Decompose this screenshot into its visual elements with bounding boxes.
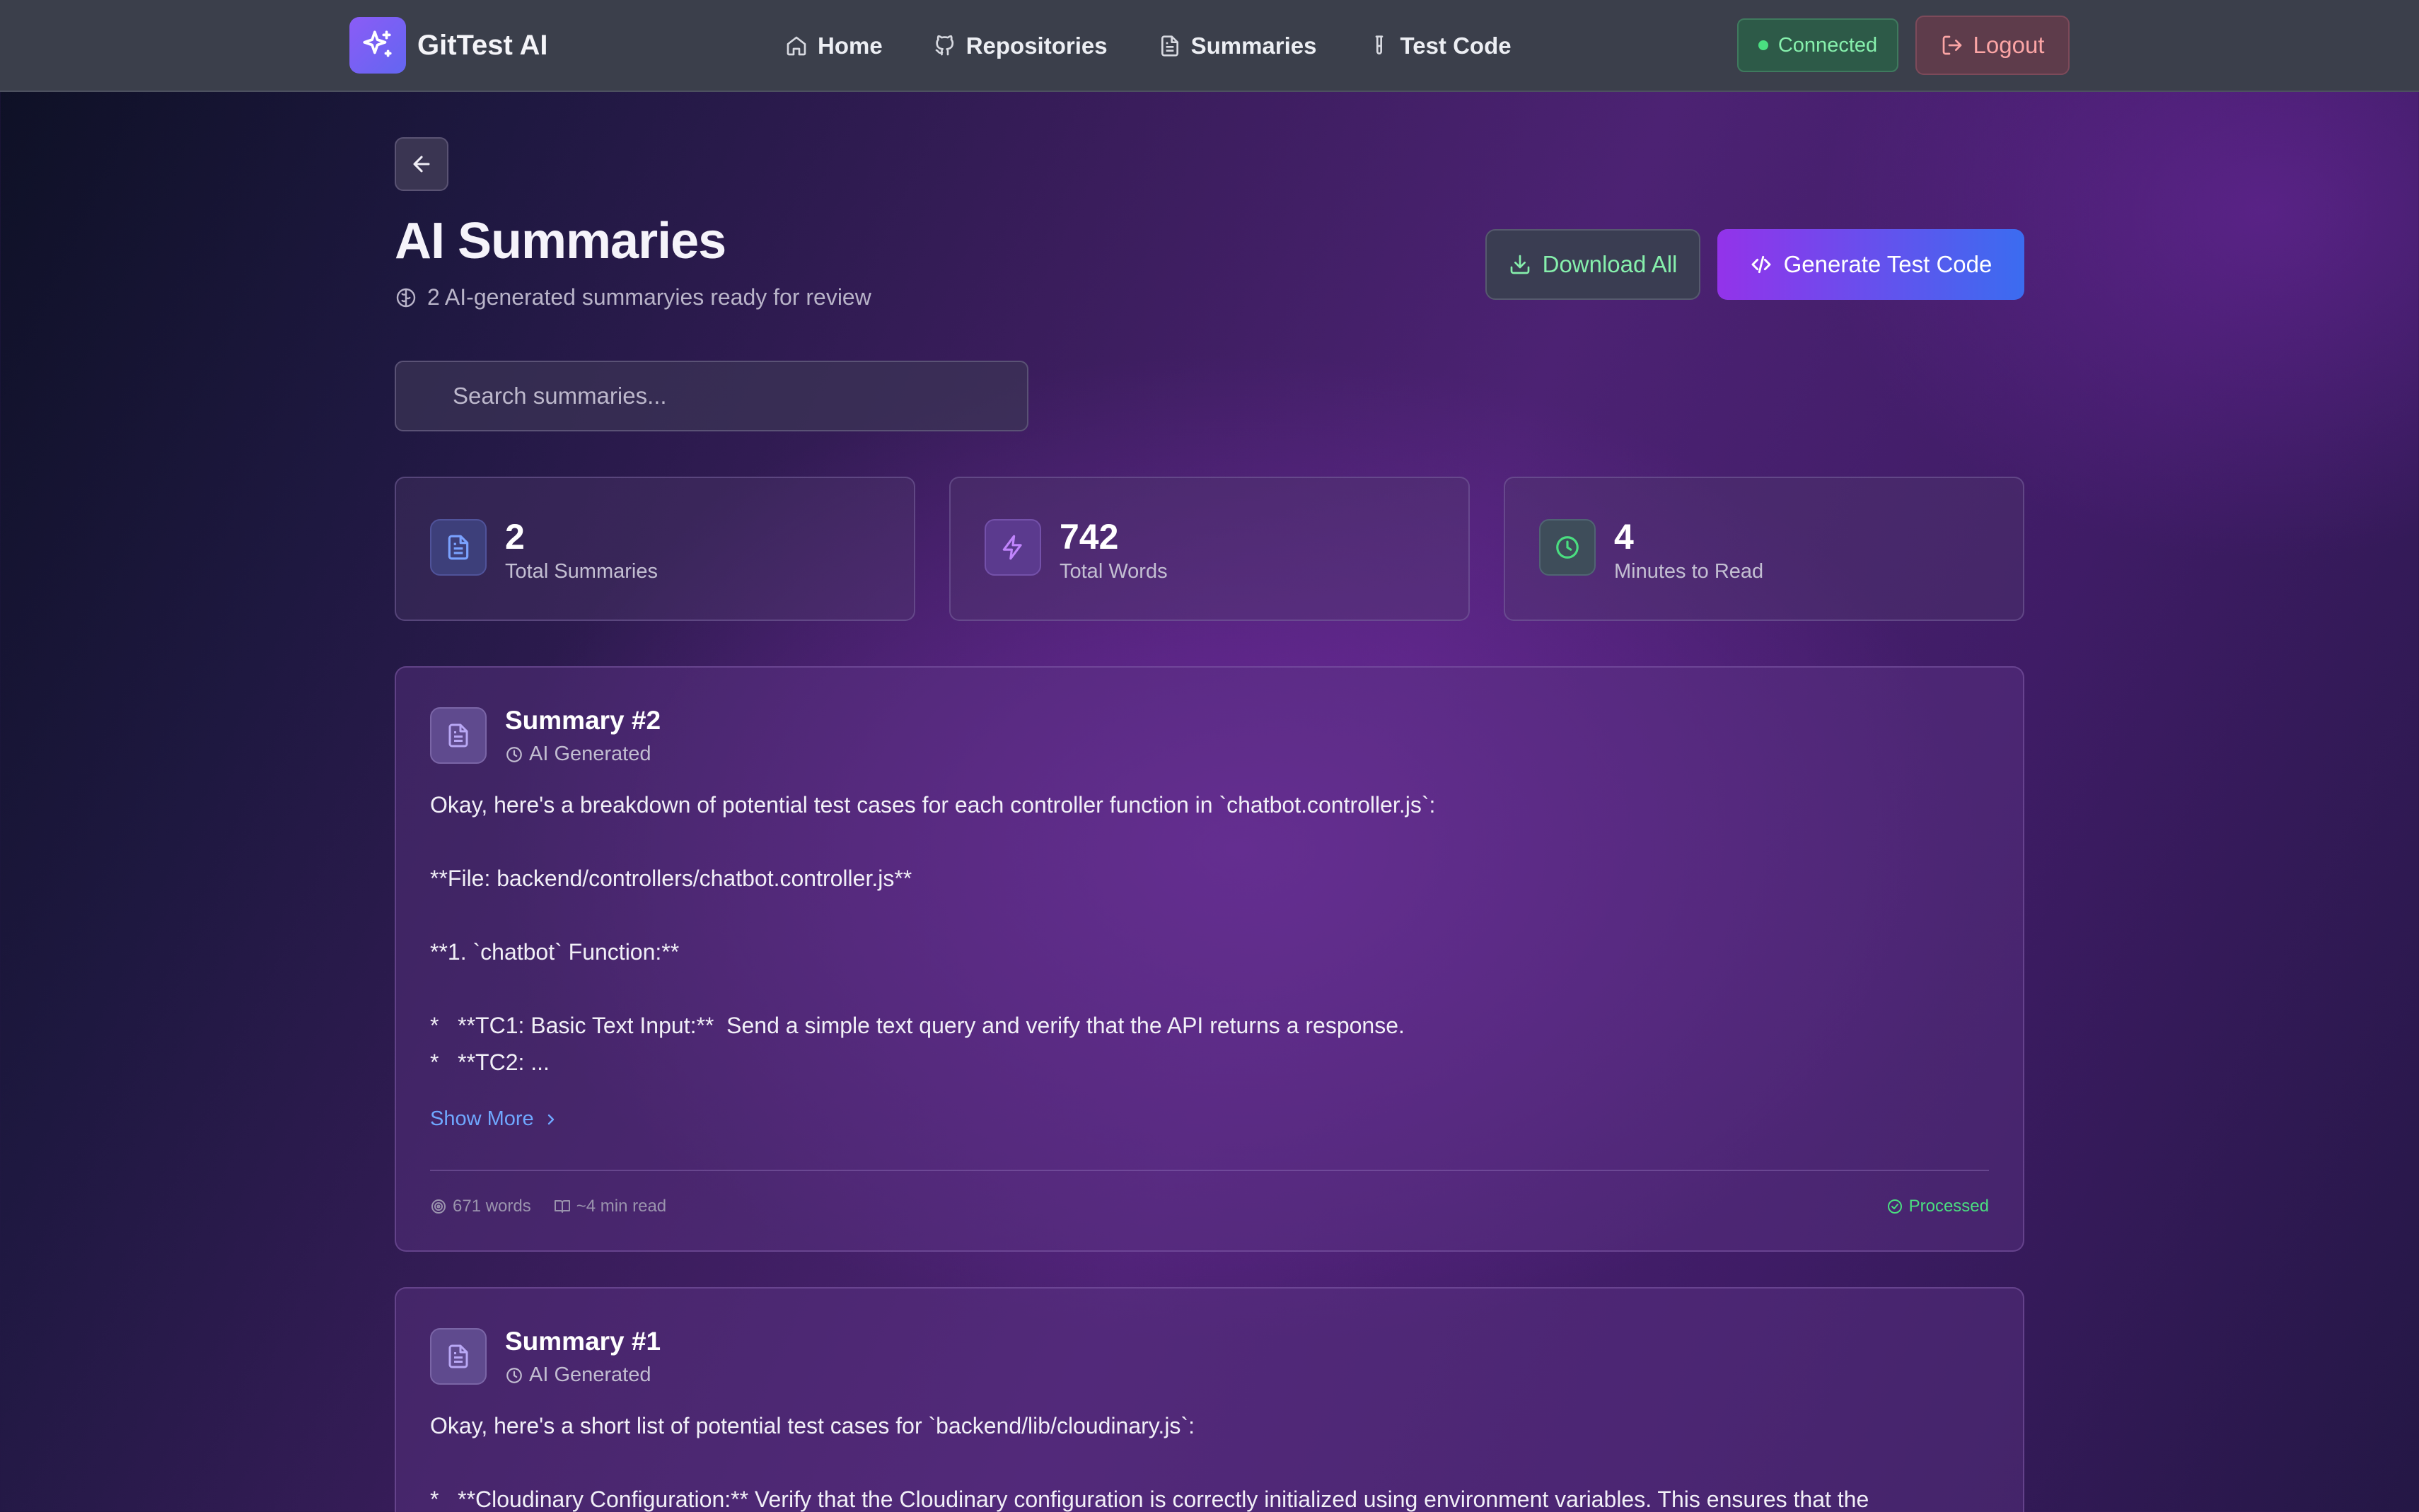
test-tube-icon bbox=[1375, 35, 1383, 54]
summary-meta-label: AI Generated bbox=[529, 743, 651, 765]
download-all-label: Download All bbox=[1542, 251, 1678, 277]
download-all-button[interactable]: Download All bbox=[1485, 229, 1700, 300]
nav-test-code[interactable]: Test Code bbox=[1368, 33, 1512, 59]
stat-card-total-words: 742 Total Words bbox=[949, 477, 1470, 621]
stat-value: 2 bbox=[505, 517, 525, 557]
page-title: AI Summaries bbox=[395, 213, 726, 269]
file-text-icon bbox=[430, 1328, 487, 1385]
read-time: ~4 min read bbox=[554, 1197, 666, 1216]
nav-repositories[interactable]: Repositories bbox=[934, 33, 1108, 59]
nav-repositories-label: Repositories bbox=[965, 33, 1108, 59]
word-count: 671 words bbox=[430, 1197, 531, 1216]
summary-body: Okay, here's a short list of potential t… bbox=[430, 1413, 1869, 1512]
nav-summaries-label: Summaries bbox=[1190, 33, 1317, 59]
brain-icon bbox=[396, 288, 416, 307]
stat-value: 742 bbox=[1060, 517, 1119, 557]
logout-label: Logout bbox=[1973, 32, 2045, 58]
stat-card-total-summaries: 2 Total Summaries bbox=[395, 477, 915, 621]
card-divider bbox=[430, 1170, 1989, 1171]
sparkles-icon bbox=[349, 17, 406, 74]
show-more-button[interactable]: Show More bbox=[430, 1107, 559, 1131]
code-icon bbox=[1751, 255, 1771, 274]
summary-body: Okay, here's a breakdown of potential te… bbox=[430, 792, 1436, 1075]
summary-meta: AI Generated bbox=[505, 743, 651, 766]
brand-name: GitTest AI bbox=[417, 29, 548, 61]
nav-home-label: Home bbox=[818, 33, 883, 59]
connection-status-badge: Connected bbox=[1737, 18, 1898, 72]
download-icon bbox=[1510, 255, 1529, 274]
stat-value: 4 bbox=[1614, 517, 1634, 557]
target-icon bbox=[431, 1199, 446, 1214]
summary-card: Summary #2 AI Generated Okay, here's a b… bbox=[395, 666, 2024, 1252]
summary-meta-label: AI Generated bbox=[529, 1363, 651, 1386]
clock-icon bbox=[1539, 519, 1596, 576]
logout-icon bbox=[1942, 35, 1961, 55]
word-count-text: 671 words bbox=[453, 1197, 531, 1216]
page-subtitle: 2 AI-generated summaryies ready for revi… bbox=[395, 284, 871, 310]
nav-home[interactable]: Home bbox=[785, 33, 883, 59]
file-text-icon bbox=[430, 707, 487, 764]
summary-footer: 671 words ~4 min read bbox=[430, 1197, 689, 1216]
processed-badge: Processed bbox=[1886, 1197, 1989, 1216]
summary-title: Summary #1 bbox=[505, 1327, 661, 1356]
logout-button[interactable]: Logout bbox=[1915, 16, 2070, 75]
file-text-icon bbox=[430, 519, 487, 576]
arrow-left-icon bbox=[413, 156, 430, 173]
generate-test-code-label: Generate Test Code bbox=[1783, 251, 1992, 277]
nav-test-code-label: Test Code bbox=[1400, 33, 1512, 59]
nav-summaries[interactable]: Summaries bbox=[1159, 33, 1317, 59]
generate-test-code-button[interactable]: Generate Test Code bbox=[1717, 229, 2024, 300]
status-dot-icon bbox=[1758, 40, 1768, 50]
page-subtitle-text: 2 AI-generated summaryies ready for revi… bbox=[427, 284, 871, 310]
stat-label: Total Words bbox=[1060, 560, 1168, 583]
back-button[interactable] bbox=[395, 137, 448, 191]
chevron-right-icon bbox=[547, 1114, 554, 1124]
check-circle-icon bbox=[1887, 1199, 1902, 1214]
summary-title: Summary #2 bbox=[505, 706, 661, 735]
summary-card: Summary #1 AI Generated Okay, here's a s… bbox=[395, 1287, 2024, 1512]
show-more-label: Show More bbox=[430, 1107, 534, 1130]
connection-status-label: Connected bbox=[1777, 33, 1878, 57]
stat-label: Total Summaries bbox=[505, 560, 658, 583]
nav-links: Home Repositories Summaries Test Code bbox=[785, 21, 1562, 71]
brand-logo[interactable]: GitTest AI bbox=[349, 17, 547, 74]
navbar: GitTest AI Home Repositories Summaries T… bbox=[0, 0, 2419, 92]
stat-label: Minutes to Read bbox=[1614, 560, 1764, 583]
home-icon bbox=[787, 36, 806, 56]
file-text-icon bbox=[1161, 35, 1178, 57]
stat-card-minutes-to-read: 4 Minutes to Read bbox=[1504, 477, 2024, 621]
book-open-icon bbox=[554, 1200, 570, 1213]
clock-icon bbox=[506, 746, 522, 762]
clock-icon bbox=[506, 1367, 522, 1383]
processed-label: Processed bbox=[1908, 1197, 1989, 1216]
read-time-text: ~4 min read bbox=[576, 1197, 667, 1216]
summary-meta: AI Generated bbox=[505, 1363, 651, 1387]
github-icon bbox=[935, 35, 953, 56]
search-input[interactable] bbox=[395, 361, 1028, 431]
zap-icon bbox=[985, 519, 1041, 576]
